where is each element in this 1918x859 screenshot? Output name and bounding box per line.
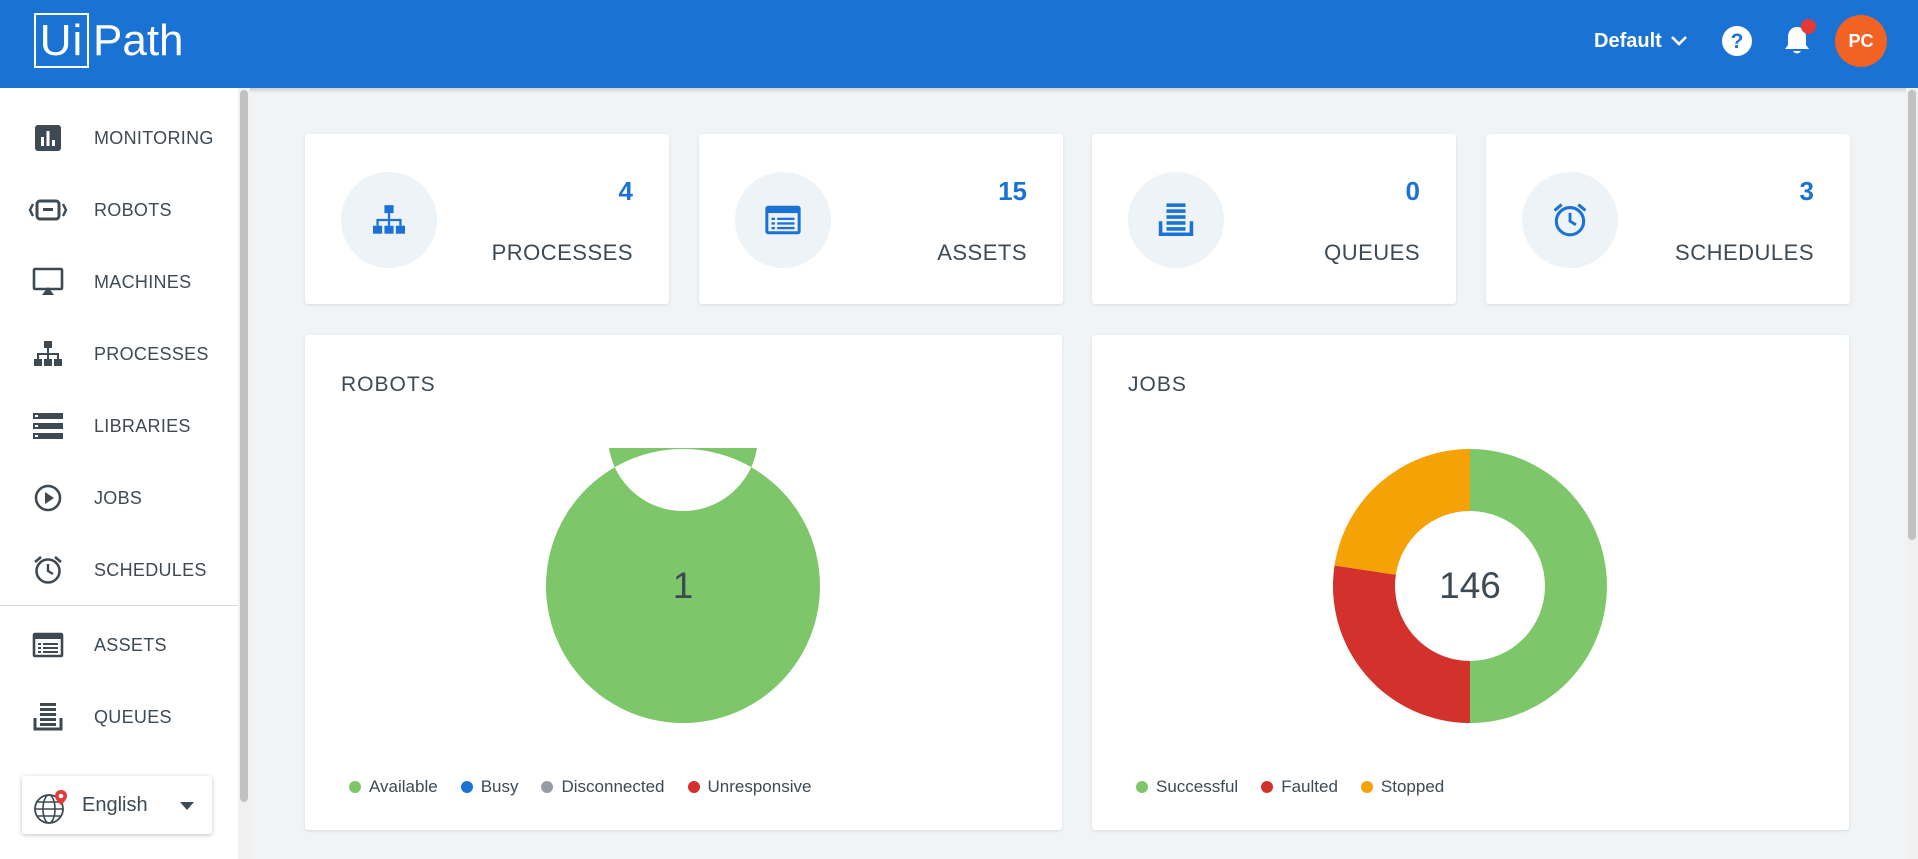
stat-label: PROCESSES — [491, 240, 633, 265]
globe-icon — [34, 790, 67, 824]
stat-icon-container — [341, 172, 437, 268]
legend-item-unresponsive[interactable]: Unresponsive — [687, 777, 812, 797]
chart-title: JOBS — [1128, 373, 1187, 396]
stat-icon-container — [735, 172, 831, 268]
sidebar-item-robots[interactable]: ROBOTS — [0, 180, 238, 240]
assets-stat-card[interactable]: 15 ASSETS — [699, 134, 1063, 304]
stat-label: ASSETS — [937, 240, 1027, 265]
alarm-clock-icon — [28, 554, 68, 586]
queues-stat-card[interactable]: 0 QUEUES — [1092, 134, 1456, 304]
sidebar-item-libraries[interactable]: LIBRARIES — [0, 396, 238, 456]
sidebar-scrollbar-thumb[interactable] — [240, 90, 248, 802]
legend-label: Busy — [480, 777, 519, 796]
stat-count: 0 — [1405, 176, 1420, 206]
alarm-clock-icon — [1553, 203, 1587, 237]
language-selector[interactable]: English — [22, 776, 212, 834]
legend-dot — [349, 781, 361, 793]
legend-dot — [541, 781, 554, 793]
jobs-legend: Successful Faulted Stopped — [1136, 777, 1467, 797]
legend-label: Faulted — [1281, 777, 1338, 796]
robot-icon — [28, 194, 68, 226]
machine-icon — [28, 266, 68, 298]
legend-label: Available — [369, 777, 438, 796]
legend-dot — [1136, 781, 1148, 793]
logo-boxed-text: Ui — [34, 13, 89, 68]
legend-item-successful[interactable]: Successful — [1136, 777, 1238, 797]
assets-icon — [28, 629, 68, 661]
tenant-label: Default — [1594, 29, 1662, 52]
processes-stat-card[interactable]: 4 PROCESSES — [305, 134, 669, 304]
tenant-selector[interactable]: Default — [1594, 26, 1688, 56]
legend-label: Stopped — [1380, 777, 1445, 796]
legend-item-stopped[interactable]: Stopped — [1360, 777, 1445, 797]
donut-slice-stopped[interactable] — [1334, 449, 1470, 575]
processes-icon — [28, 338, 68, 370]
notification-badge — [1801, 19, 1816, 34]
sidebar-item-label: PROCESSES — [94, 343, 209, 364]
help-icon[interactable]: ? — [1721, 25, 1753, 57]
legend-item-busy[interactable]: Busy — [460, 777, 519, 797]
legend-item-faulted[interactable]: Faulted — [1261, 777, 1338, 797]
sidebar-item-schedules[interactable]: SCHEDULES — [0, 540, 238, 600]
legend-dot — [1360, 781, 1373, 793]
jobs-total: 146 — [1439, 565, 1501, 606]
sidebar-item-processes[interactable]: PROCESSES — [0, 324, 238, 384]
caret-down-icon — [180, 802, 194, 810]
queue-icon — [28, 701, 68, 733]
assets-icon — [765, 205, 801, 235]
sidebar-scrollbar[interactable] — [238, 88, 250, 859]
processes-icon — [373, 205, 405, 234]
legend-item-disconnected[interactable]: Disconnected — [541, 777, 665, 797]
sidebar-item-monitoring[interactable]: MONITORING — [0, 108, 238, 168]
sidebar-item-label: ASSETS — [94, 634, 167, 655]
main-scrollbar-thumb[interactable] — [1908, 90, 1916, 540]
sidebar-item-queues[interactable]: QUEUES — [0, 687, 238, 747]
sidebar-divider — [0, 605, 238, 606]
svg-text:?: ? — [1731, 30, 1744, 53]
uipath-logo[interactable]: Ui Path — [34, 11, 184, 70]
sidebar-item-machines[interactable]: MACHINES — [0, 252, 238, 312]
main-scrollbar[interactable] — [1906, 88, 1918, 859]
robots-legend: Available Busy Disconnected Unresponsive — [349, 777, 834, 797]
stat-count: 15 — [998, 176, 1027, 206]
logo-text: Path — [93, 15, 184, 65]
legend-dot — [687, 781, 700, 793]
monitoring-icon — [28, 122, 68, 154]
chart-title: ROBOTS — [341, 373, 436, 396]
legend-dot — [460, 781, 473, 793]
legend-dot — [1261, 781, 1274, 793]
stat-label: QUEUES — [1324, 240, 1420, 265]
legend-item-available[interactable]: Available — [349, 777, 438, 797]
libraries-icon — [28, 410, 68, 442]
sidebar-item-label: ROBOTS — [94, 199, 172, 220]
legend-label: Successful — [1156, 777, 1239, 796]
robots-chart-card: ROBOTS 1 Available Busy Disconnected Unresp… — [305, 335, 1062, 830]
stat-count: 3 — [1799, 176, 1814, 206]
sidebar: MONITORING ROBOTS MACHINES PROCESSES LIB… — [0, 88, 238, 859]
sidebar-item-label: LIBRARIES — [94, 415, 191, 436]
sidebar-item-label: SCHEDULES — [94, 559, 207, 580]
legend-label: Disconnected — [561, 777, 665, 796]
top-header: Ui Path Default ? PC — [0, 0, 1918, 88]
robots-total: 1 — [672, 565, 694, 606]
stat-icon-container — [1522, 172, 1618, 268]
jobs-chart-card: JOBS 146 Successful Faulted Stopped — [1092, 335, 1849, 830]
sidebar-item-label: JOBS — [94, 487, 143, 508]
play-circle-icon — [28, 482, 68, 514]
sidebar-item-label: MACHINES — [94, 271, 192, 292]
legend-label: Unresponsive — [707, 777, 812, 796]
stat-label: SCHEDULES — [1675, 240, 1814, 265]
stat-icon-container — [1128, 172, 1224, 268]
language-label: English — [82, 794, 148, 816]
avatar[interactable]: PC — [1835, 15, 1887, 67]
chevron-down-icon — [1670, 36, 1687, 46]
schedules-stat-card[interactable]: 3 SCHEDULES — [1486, 134, 1850, 304]
sidebar-item-label: MONITORING — [94, 127, 214, 148]
queue-icon — [1158, 203, 1194, 237]
sidebar-item-assets[interactable]: ASSETS — [0, 615, 238, 675]
stat-count: 4 — [618, 176, 633, 206]
sidebar-item-jobs[interactable]: JOBS — [0, 468, 238, 528]
sidebar-item-label: QUEUES — [94, 706, 172, 727]
